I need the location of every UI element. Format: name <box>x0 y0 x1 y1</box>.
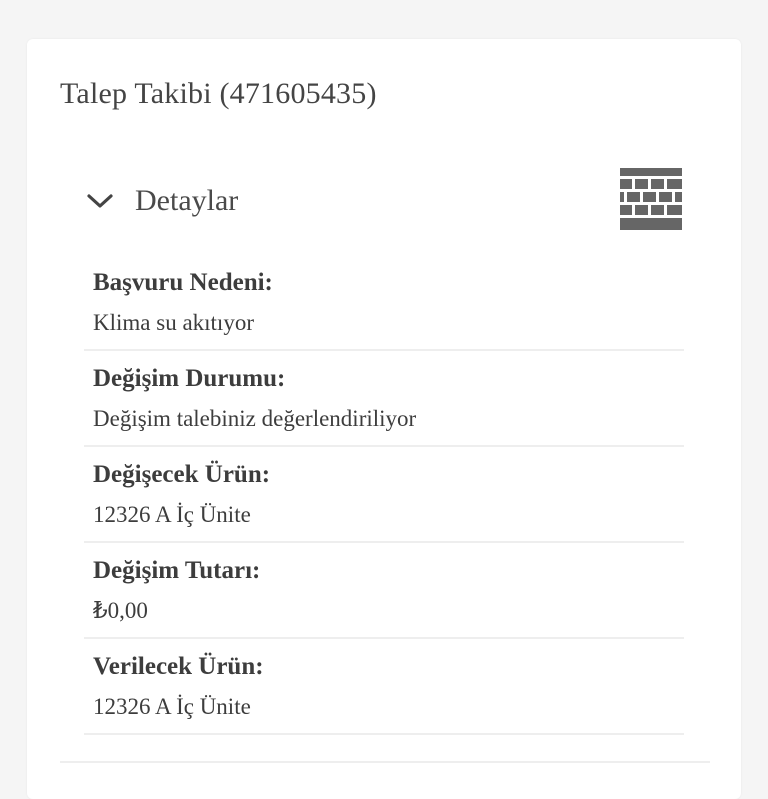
table-icon[interactable] <box>620 168 682 230</box>
detail-row-reason: Başvuru Nedeni: Klima su akıtıyor <box>84 255 684 351</box>
request-tracking-card: Talep Takibi (471605435) Detaylar Başvur… <box>27 39 741 799</box>
detail-label: Değişim Tutarı: <box>93 557 261 584</box>
detail-row-status: Değişim Durumu: Değişim talebiniz değerl… <box>84 351 684 447</box>
detail-label: Verilecek Ürün: <box>93 653 264 680</box>
detail-label: Değişim Durumu: <box>93 365 286 392</box>
chevron-down-icon <box>87 194 113 208</box>
detail-label: Başvuru Nedeni: <box>93 269 273 296</box>
section-divider <box>60 761 710 763</box>
detail-row-replaced-product: Değişecek Ürün: 12326 A İç Ünite <box>84 447 684 543</box>
detail-label: Değişecek Ürün: <box>93 461 271 488</box>
detail-row-amount: Değişim Tutarı: ₺0,00 <box>84 543 684 639</box>
detail-value: 12326 A İç Ünite <box>93 694 251 719</box>
page-title: Talep Takibi (471605435) <box>60 77 377 110</box>
detail-value: 12326 A İç Ünite <box>93 502 251 527</box>
detail-value: Klima su akıtıyor <box>93 310 254 335</box>
detail-row-given-product: Verilecek Ürün: 12326 A İç Ünite <box>84 639 684 735</box>
detail-value: ₺0,00 <box>93 598 148 623</box>
details-toggle[interactable]: Detaylar <box>85 179 685 223</box>
detail-value: Değişim talebiniz değerlendiriliyor <box>93 406 417 431</box>
details-list: Başvuru Nedeni: Klima su akıtıyor Değişi… <box>84 255 684 735</box>
details-toggle-label: Detaylar <box>135 184 239 217</box>
